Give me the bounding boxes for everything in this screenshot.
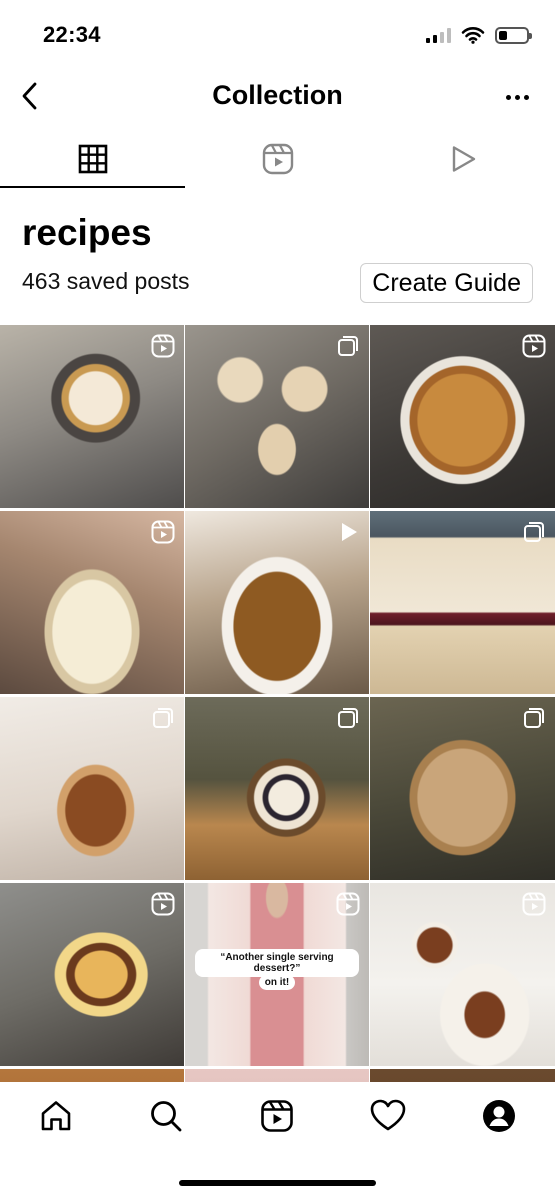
status-time: 22:34 [43, 22, 101, 47]
collection-tabs [0, 130, 555, 188]
more-horizontal-icon [505, 94, 511, 100]
post-tile[interactable] [0, 697, 184, 880]
saved-posts-grid: “Another single serving dessert?” on it! [0, 325, 555, 1200]
post-tile[interactable] [185, 325, 369, 508]
carousel-icon [338, 336, 358, 356]
nav-search[interactable] [146, 1096, 186, 1136]
nav-profile[interactable] [479, 1096, 519, 1136]
nav-activity[interactable] [368, 1096, 408, 1136]
create-guide-button[interactable]: Create Guide [360, 263, 533, 303]
carousel-icon [524, 708, 544, 728]
home-icon [41, 1101, 71, 1131]
post-tile[interactable] [370, 883, 555, 1066]
saved-posts-count: 463 saved posts [22, 268, 190, 294]
post-tile[interactable] [0, 325, 184, 508]
play-icon [342, 523, 357, 541]
reel-caption-sub: on it! [185, 972, 369, 990]
heart-icon [370, 1099, 406, 1131]
post-tile[interactable] [0, 883, 184, 1066]
reels-icon [522, 892, 546, 916]
tab-videos[interactable] [370, 130, 555, 188]
play-icon [452, 146, 475, 172]
more-options-button[interactable] [499, 80, 535, 114]
tab-reels[interactable] [185, 130, 370, 188]
nav-header: Collection [0, 70, 555, 125]
search-icon [151, 1101, 182, 1132]
collection-name: recipes [22, 212, 152, 253]
status-icons [426, 24, 532, 46]
signal-icon [426, 27, 451, 43]
grid-icon [78, 144, 107, 174]
reels-icon [522, 334, 546, 358]
carousel-icon [524, 522, 544, 542]
tab-grid[interactable] [0, 130, 185, 188]
home-indicator [179, 1180, 376, 1186]
reels-icon [261, 1100, 293, 1132]
nav-reels[interactable] [257, 1096, 297, 1136]
reels-icon [151, 892, 175, 916]
battery-icon [495, 26, 532, 44]
status-bar: 22:34 [0, 0, 555, 70]
wifi-icon [461, 27, 485, 44]
post-tile[interactable] [185, 511, 369, 694]
post-tile[interactable] [185, 697, 369, 880]
page-title: Collection [212, 80, 343, 110]
reels-icon [151, 520, 175, 544]
post-tile[interactable] [0, 511, 184, 694]
reels-icon [336, 892, 360, 916]
post-tile[interactable] [370, 697, 555, 880]
profile-icon [483, 1100, 515, 1132]
nav-home[interactable] [36, 1096, 76, 1136]
reels-icon [262, 143, 293, 175]
carousel-icon [338, 708, 358, 728]
post-tile[interactable] [370, 511, 555, 694]
carousel-icon [153, 708, 173, 728]
post-tile[interactable] [370, 325, 555, 508]
reels-icon [151, 334, 175, 358]
post-tile[interactable]: “Another single serving dessert?” on it! [185, 883, 369, 1066]
